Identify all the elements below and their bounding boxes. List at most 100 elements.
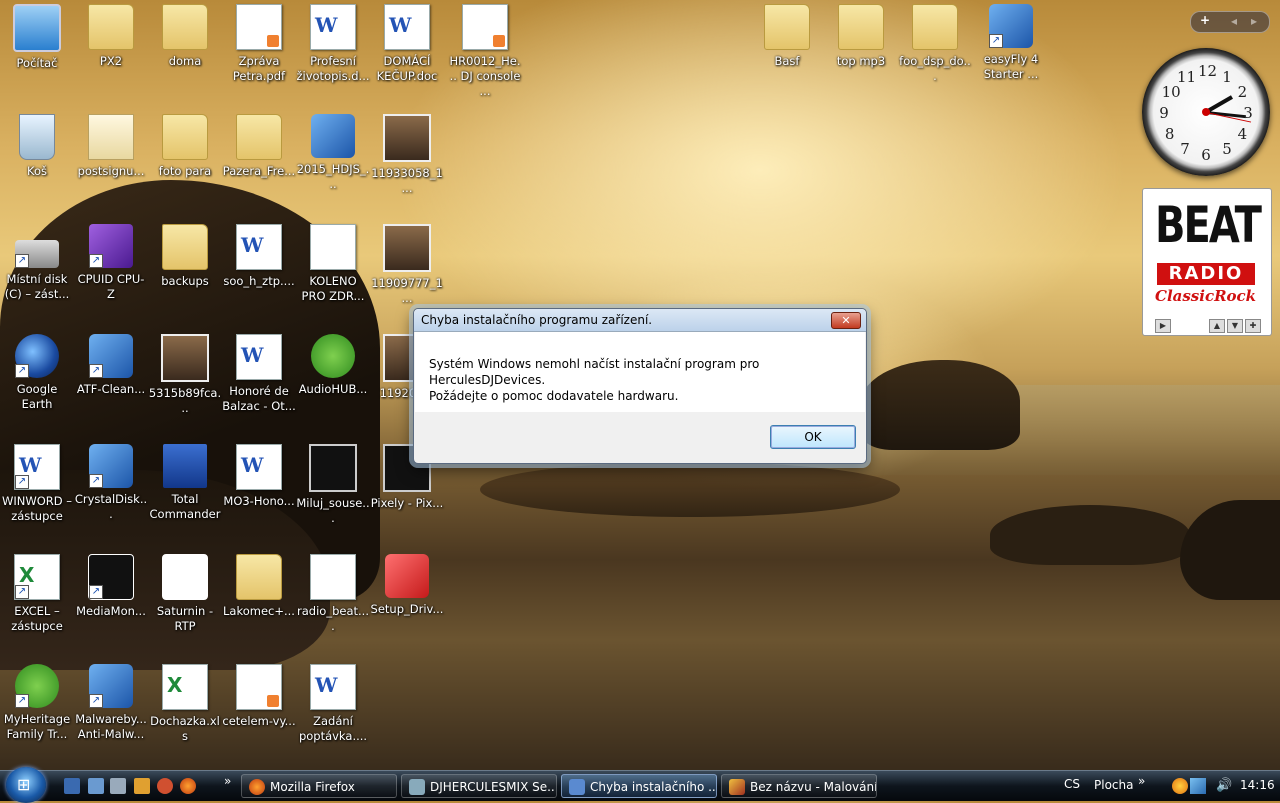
desktop-icon-folder[interactable]: Pazera_Fre... xyxy=(222,114,296,179)
dialog-message-line1: Systém Windows nemohl načíst instalační … xyxy=(429,357,760,387)
shortcut-arrow-icon: ↗ xyxy=(15,475,29,489)
desktop-icon-excel[interactable]: Dochazka.xls xyxy=(148,664,222,744)
desktop-icon-image[interactable]: 5315b89fca... xyxy=(148,334,222,416)
desktop-icon-word[interactable]: DOMÁCÍ KEČUP.doc xyxy=(370,4,444,84)
desktop-icon-app[interactable]: ↗ Malwareby... Anti-Malw... xyxy=(74,664,148,742)
network-icon[interactable] xyxy=(1190,778,1206,794)
language-indicator[interactable]: CS xyxy=(1064,777,1080,791)
shortcut-arrow-icon: ↗ xyxy=(89,585,103,599)
calculator-clock-icon xyxy=(310,554,356,600)
desktop-icon-word[interactable]: Zadání poptávka.... xyxy=(296,664,370,744)
google-earth-icon: ↗ xyxy=(15,334,59,378)
desktop-icon-pdf[interactable]: HR0012_He... DJ console ... xyxy=(448,4,522,99)
desktop-icon-app[interactable]: radio_beat.... xyxy=(296,554,370,634)
hard-disk-icon: ↗ xyxy=(15,240,59,268)
device-icon xyxy=(409,779,425,795)
desktop-icon-folder[interactable]: PX2 xyxy=(74,4,148,69)
taskbar-item-error-dialog[interactable]: Chyba instalačního ... xyxy=(561,774,717,798)
start-button[interactable] xyxy=(6,767,46,803)
desktop-icon-computer[interactable]: Počítač xyxy=(0,4,74,71)
close-button[interactable]: ✕ xyxy=(831,312,861,329)
desktop-icon-word[interactable]: Profesní životopis.d... xyxy=(296,4,370,84)
radio-logo-line1: BEAT xyxy=(1155,197,1262,255)
error-dialog: Chyba instalačního programu zařízení. ✕ … xyxy=(413,308,867,464)
desktop-icon-file[interactable]: KOLENO PRO ZDR... xyxy=(296,224,370,304)
desktop-icon-video[interactable]: Miluj_souse... xyxy=(296,444,370,526)
desktop-icon-app[interactable]: Total Commander xyxy=(148,444,222,522)
play-icon[interactable]: ▶ xyxy=(1155,319,1171,333)
word-document-icon xyxy=(236,334,282,380)
desktop-icon-folder[interactable]: backups xyxy=(148,224,222,289)
quick-launch-desktop-icon[interactable] xyxy=(88,778,104,794)
desktop-icon-file[interactable]: postsignu... xyxy=(74,114,148,179)
quick-launch-firefox-icon[interactable] xyxy=(180,778,196,794)
desktop-icon-app[interactable]: ↗ MyHeritage Family Tr... xyxy=(0,664,74,742)
desktop-icon-app[interactable]: ↗ MediaMon... xyxy=(74,554,148,619)
quick-launch-explorer-icon[interactable] xyxy=(110,778,126,794)
desktop-icon-folder[interactable]: foo_dsp_do... xyxy=(898,4,972,84)
quick-launch-overflow[interactable]: » xyxy=(224,774,231,788)
dialog-message-line2: Požádejte o pomoc dodavatele hardwaru. xyxy=(429,389,679,403)
add-gadget-icon[interactable]: + xyxy=(1200,13,1210,27)
pdf-icon xyxy=(236,664,282,710)
desktop-icon-app[interactable]: ↗ Google Earth xyxy=(0,334,74,412)
desktop-icon-pdf[interactable]: Zpráva Petra.pdf xyxy=(222,4,296,84)
volume-up-icon[interactable]: ▲ xyxy=(1209,319,1225,333)
installer-icon xyxy=(311,114,355,158)
tray-app-icon[interactable] xyxy=(1172,778,1188,794)
clock-gadget[interactable]: 12 1 2 3 4 5 6 7 8 9 10 11 xyxy=(1142,48,1270,176)
desktop-toolbar[interactable]: Plocha xyxy=(1094,778,1133,792)
folder-icon xyxy=(162,114,208,160)
recycle-bin-icon xyxy=(19,114,55,160)
desktop-icon-app[interactable]: ↗WINWORD – zástupce xyxy=(0,444,74,524)
desktop-icon-folder[interactable]: foto para xyxy=(148,114,222,179)
quick-launch-app-icon[interactable] xyxy=(157,778,173,794)
desktop-icon-word[interactable]: soo_h_ztp.... xyxy=(222,224,296,289)
desktop-icon-drive[interactable]: ↗ Místní disk (C) – zást... xyxy=(0,224,74,302)
toolbar-overflow[interactable]: » xyxy=(1138,774,1145,788)
wallpaper-rock xyxy=(990,505,1190,565)
previous-icon[interactable]: ◂ xyxy=(1231,14,1237,28)
beat-radio-gadget[interactable]: BEAT RADIO ClassicRock ▶ ▲ ▼ ✚ xyxy=(1142,188,1272,336)
taskbar-item-firefox[interactable]: Mozilla Firefox xyxy=(241,774,397,798)
desktop-icon-recycle-bin[interactable]: Koš xyxy=(0,114,74,179)
taskbar-item-paint[interactable]: Bez názvu - Malování xyxy=(721,774,877,798)
folder-icon xyxy=(236,114,282,160)
desktop-icon-word[interactable]: Honoré de Balzac - Ot... xyxy=(222,334,296,414)
desktop-icon-folder[interactable]: Lakomec+... xyxy=(222,554,296,619)
volume-icon[interactable]: 🔊 xyxy=(1216,778,1232,794)
clock-numeral: 2 xyxy=(1237,83,1248,101)
desktop-icon-pdf[interactable]: cetelem-vy... xyxy=(222,664,296,729)
desktop-icon-image[interactable]: 11909777_1... xyxy=(370,224,444,306)
dialog-titlebar[interactable]: Chyba instalačního programu zařízení. ✕ xyxy=(414,309,866,332)
ok-button[interactable]: OK xyxy=(770,425,856,449)
desktop-icon-app[interactable]: AudioHUB... xyxy=(296,334,370,397)
clock-numeral: 7 xyxy=(1180,140,1190,159)
desktop-icon-app[interactable]: ↗ ATF-Clean... xyxy=(74,334,148,397)
desktop-icon-image[interactable]: 11933058_1... xyxy=(370,114,444,196)
quick-launch-switch-icon[interactable] xyxy=(64,778,80,794)
desktop-icon-app[interactable]: Setup_Driv... xyxy=(370,554,444,617)
pdf-icon xyxy=(236,4,282,50)
desktop-icon-word[interactable]: MO3-Hono... xyxy=(222,444,296,509)
clock-time[interactable]: 14:16 xyxy=(1240,778,1275,792)
desktop-icon-app[interactable]: 2015_HDJS_... xyxy=(296,114,370,192)
desktop-icon-folder[interactable]: doma xyxy=(148,4,222,69)
desktop-icon-folder[interactable]: Basf xyxy=(750,4,824,69)
next-icon[interactable]: ▸ xyxy=(1251,14,1257,28)
desktop-icon-app[interactable]: ↗ CrystalDisk... xyxy=(74,444,148,522)
desktop-icon-folder[interactable]: top mp3 xyxy=(824,4,898,69)
options-icon[interactable]: ✚ xyxy=(1245,319,1261,333)
taskbar-item-djherculesmix[interactable]: DJHERCULESMIX Se... xyxy=(401,774,557,798)
excel-document-icon xyxy=(162,664,208,710)
volume-down-icon[interactable]: ▼ xyxy=(1227,319,1243,333)
quick-launch-app-icon[interactable] xyxy=(134,778,150,794)
saturnin-icon xyxy=(162,554,208,600)
clock-numeral: 11 xyxy=(1177,67,1197,86)
desktop-icon-app[interactable]: ↗EXCEL – zástupce xyxy=(0,554,74,634)
desktop-icon-app[interactable]: ↗ easyFly 4 Starter ... xyxy=(974,4,1048,82)
dialog-title: Chyba instalačního programu zařízení. xyxy=(421,313,653,327)
desktop-icon-app[interactable]: Saturnin - RTP xyxy=(148,554,222,634)
myheritage-icon: ↗ xyxy=(15,664,59,708)
desktop-icon-app[interactable]: ↗ CPUID CPU-Z xyxy=(74,224,148,302)
